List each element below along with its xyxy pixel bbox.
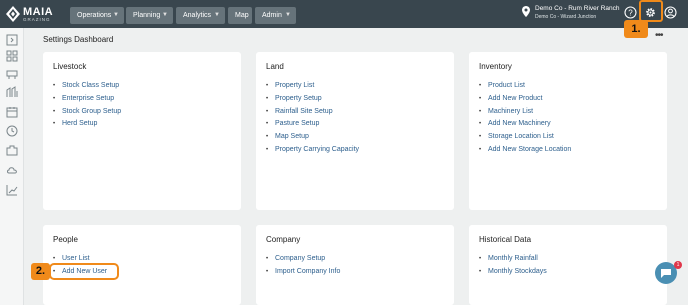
link-add-new-storage-location[interactable]: Add New Storage Location	[479, 144, 571, 157]
card-livestock: Livestock Stock Class Setup Enterprise S…	[43, 52, 241, 210]
card-title: People	[53, 235, 78, 244]
property-selector-primary[interactable]: Demo Co - Rum River Ranch	[535, 5, 620, 12]
link-product-list[interactable]: Product List	[479, 80, 571, 93]
link-herd-setup[interactable]: Herd Setup	[53, 118, 121, 131]
card-link-list: Property List Property Setup Rainfall Si…	[266, 80, 359, 157]
chevron-down-icon: ▼	[214, 12, 220, 18]
nav-analytics-label: Analytics	[183, 12, 212, 19]
card-inventory: Inventory Product List Add New Product M…	[469, 52, 667, 210]
card-company: Company Company Setup Import Company Inf…	[256, 225, 454, 305]
link-machinery-list[interactable]: Machinery List	[479, 106, 571, 119]
nav-map[interactable]: Map	[228, 7, 252, 24]
nav-map-label: Map	[235, 12, 249, 19]
nav-planning[interactable]: Planning ▼	[126, 7, 173, 24]
link-storage-location-list[interactable]: Storage Location List	[479, 131, 571, 144]
help-icon[interactable]: ?	[624, 6, 637, 19]
add-user-callout-highlight	[49, 263, 119, 280]
chat-notification-badge: 1	[674, 261, 682, 269]
maia-logo-mark-icon	[6, 6, 20, 22]
card-land: Land Property List Property Setup Rainfa…	[256, 52, 454, 210]
calendar-icon[interactable]	[6, 106, 18, 118]
chevron-down-icon: ▼	[285, 12, 291, 18]
card-link-list: Product List Add New Product Machinery L…	[479, 80, 571, 157]
nav-admin-label: Admin	[262, 12, 282, 19]
dashboard-icon[interactable]	[6, 50, 18, 62]
card-title: Inventory	[479, 62, 512, 71]
card-link-list: Company Setup Import Company Info	[266, 253, 340, 279]
inventory-icon[interactable]	[6, 144, 18, 156]
nav-analytics[interactable]: Analytics ▼	[176, 7, 225, 24]
link-property-setup[interactable]: Property Setup	[266, 93, 359, 106]
clock-icon[interactable]	[6, 125, 18, 137]
collapse-icon[interactable]	[6, 34, 18, 46]
link-import-company-info[interactable]: Import Company Info	[266, 266, 340, 279]
callout-number-2: 2.	[31, 263, 50, 280]
chevron-down-icon: ▼	[113, 12, 119, 18]
link-pasture-setup[interactable]: Pasture Setup	[266, 118, 359, 131]
link-enterprise-setup[interactable]: Enterprise Setup	[53, 93, 121, 106]
link-property-carrying-capacity[interactable]: Property Carrying Capacity	[266, 144, 359, 157]
grazing-icon[interactable]	[6, 86, 18, 98]
card-historical-data: Historical Data Monthly Rainfall Monthly…	[469, 225, 667, 305]
link-monthly-rainfall[interactable]: Monthly Rainfall	[479, 253, 547, 266]
top-navigation-bar: MAIA GRAZING Operations ▼ Planning ▼ Ana…	[0, 0, 688, 28]
link-property-list[interactable]: Property List	[266, 80, 359, 93]
nav-admin[interactable]: Admin ▼	[255, 7, 296, 24]
link-add-new-product[interactable]: Add New Product	[479, 93, 571, 106]
link-stock-class-setup[interactable]: Stock Class Setup	[53, 80, 121, 93]
logo-tagline: GRAZING	[23, 17, 51, 22]
left-sidebar	[0, 28, 24, 305]
more-options-icon[interactable]: •••	[655, 30, 663, 41]
card-link-list: Stock Class Setup Enterprise Setup Stock…	[53, 80, 121, 131]
settings-callout-highlight	[639, 0, 663, 22]
nav-planning-label: Planning	[133, 12, 161, 19]
link-monthly-stockdays[interactable]: Monthly Stockdays	[479, 266, 547, 279]
nav-operations-label: Operations	[77, 12, 112, 19]
chevron-down-icon: ▼	[162, 12, 168, 18]
callout-number-1: 1.	[624, 20, 648, 38]
reports-icon[interactable]	[6, 184, 18, 196]
weather-icon[interactable]	[6, 164, 18, 176]
nav-operations[interactable]: Operations ▼	[70, 7, 124, 24]
link-rainfall-site-setup[interactable]: Rainfall Site Setup	[266, 106, 359, 119]
card-title: Land	[266, 62, 284, 71]
link-company-setup[interactable]: Company Setup	[266, 253, 340, 266]
link-add-new-machinery[interactable]: Add New Machinery	[479, 118, 571, 131]
maia-logo[interactable]: MAIA GRAZING	[6, 3, 64, 25]
card-title: Historical Data	[479, 235, 532, 244]
svg-text:?: ?	[628, 8, 633, 17]
chat-icon	[661, 269, 671, 278]
user-icon[interactable]	[664, 6, 677, 19]
page-title: Settings Dashboard	[43, 35, 114, 44]
property-selector-secondary[interactable]: Demo Co - Wizard Junction	[535, 14, 596, 20]
card-title: Livestock	[53, 62, 87, 71]
map-pin-icon	[522, 6, 530, 17]
card-title: Company	[266, 235, 301, 244]
link-stock-group-setup[interactable]: Stock Group Setup	[53, 106, 121, 119]
card-link-list: Monthly Rainfall Monthly Stockdays	[479, 253, 547, 279]
livestock-icon[interactable]	[6, 68, 18, 80]
link-map-setup[interactable]: Map Setup	[266, 131, 359, 144]
